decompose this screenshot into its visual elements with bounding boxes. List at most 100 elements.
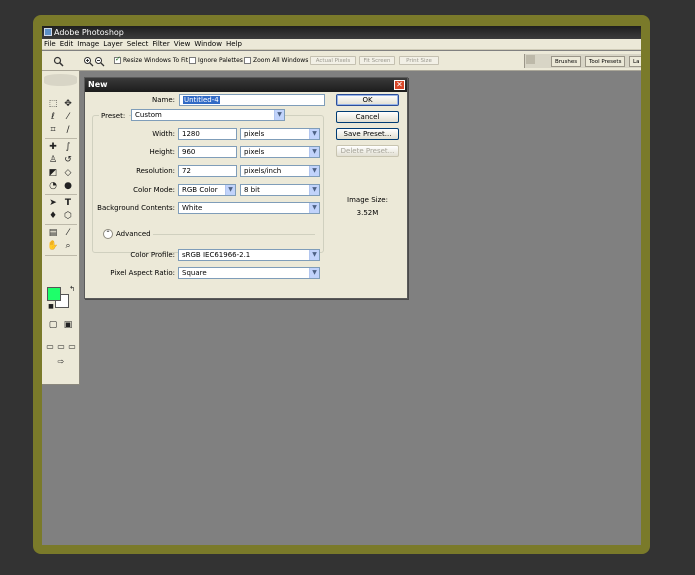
resolution-unit-select[interactable]: pixels/inch ▼ [240,165,320,177]
dropdown-arrow-icon: ▼ [274,110,284,120]
width-unit-select[interactable]: pixels ▼ [240,128,320,140]
menu-window[interactable]: Window [194,39,226,50]
menu-image[interactable]: Image [77,39,103,50]
pen-tool-icon[interactable]: ♦ [47,210,59,222]
dodge-tool-icon[interactable]: ● [62,180,74,192]
dropdown-arrow-icon: ▼ [309,203,319,213]
color-mode-select[interactable]: RGB Color ▼ [178,184,236,196]
options-bar: Resize Windows To Fit Ignore Palettes Zo… [42,51,641,71]
default-colors-icon[interactable]: ■ [45,301,57,313]
checkbox-checked-icon [114,55,121,64]
dropdown-arrow-icon: ▼ [309,129,319,139]
history-brush-tool-icon[interactable]: ↺ [62,154,74,166]
toolbox-divider [45,138,77,139]
zoom-in-icon[interactable] [82,55,94,67]
menu-filter[interactable]: Filter [152,39,173,50]
background-contents-label: Background Contents: [97,204,175,212]
bit-depth-select[interactable]: 8 bit ▼ [240,184,320,196]
color-profile-label: Color Profile: [130,251,175,259]
menu-file[interactable]: File [44,39,60,50]
toolbox-divider [45,194,77,195]
eraser-tool-icon[interactable]: ◩ [47,167,59,179]
dropdown-arrow-icon: ▼ [225,185,235,195]
palette-well: Brushes Tool Presets La [524,54,641,68]
menu-select[interactable]: Select [127,39,153,50]
toolbox-divider [45,255,77,256]
zoom-tool-preset-icon[interactable] [52,55,64,67]
zoom-tool-icon[interactable]: ⌕ [62,240,74,252]
pixel-aspect-ratio-label: Pixel Aspect Ratio: [110,269,175,277]
paint-bucket-tool-icon[interactable]: ◇ [62,167,74,179]
tab-brushes[interactable]: Brushes [551,56,582,67]
fit-screen-button[interactable]: Fit Screen [359,56,395,65]
dialog-title-bar: New [85,78,407,92]
type-tool-icon[interactable]: T [62,197,74,209]
pixel-aspect-ratio-select[interactable]: Square ▼ [178,267,320,279]
color-mode-label: Color Mode: [133,186,175,194]
width-input[interactable]: 1280 [178,128,237,140]
toolbox: ⬚ ✥ ℓ ⁄ ⌗ ∕ ✚ ∫ ♙ ↺ ◩ ◇ ◔ ● ➤ T ♦ ⬡ ▤ ⁄ … [42,71,80,341]
checkbox-unchecked-icon [189,57,196,64]
actual-pixels-button[interactable]: Actual Pixels [310,56,356,65]
standard-mode-icon[interactable]: ▢ [47,319,59,331]
zoom-out-icon[interactable] [93,55,105,67]
hand-tool-icon[interactable]: ✋ [47,240,59,252]
quick-mask-mode-icon[interactable]: ▣ [62,319,74,331]
menu-edit[interactable]: Edit [60,39,78,50]
ignore-palettes-checkbox[interactable]: Ignore Palettes [189,56,243,65]
window-title-bar: Adobe Photoshop [42,26,641,39]
palette-well-grip-icon [526,55,535,64]
shape-tool-icon[interactable]: ⬡ [62,210,74,222]
resolution-input[interactable]: 72 [178,165,237,177]
clone-stamp-tool-icon[interactable]: ♙ [47,154,59,166]
photoshop-app-icon [44,28,52,36]
ok-button[interactable]: OK [336,94,399,106]
lasso-tool-icon[interactable]: ℓ [47,111,59,123]
brush-tool-icon[interactable]: ∫ [62,141,74,153]
eyedropper-tool-icon[interactable]: ⁄ [62,227,74,239]
resize-windows-checkbox[interactable]: Resize Windows To Fit [114,55,188,65]
delete-preset-button[interactable]: Delete Preset... [336,145,399,157]
color-profile-select[interactable]: sRGB IEC61966-2.1 ▼ [178,249,320,261]
swap-colors-icon[interactable]: ↰ [66,283,78,295]
path-selection-tool-icon[interactable]: ➤ [47,197,59,209]
blur-tool-icon[interactable]: ◔ [47,180,59,192]
full-screen-mode-icon[interactable]: ▭ [66,341,78,353]
menu-help[interactable]: Help [226,39,246,50]
foreground-color-swatch[interactable] [47,287,61,301]
name-input[interactable]: Untitled-4 [179,94,325,106]
crop-tool-icon[interactable]: ⌗ [47,124,59,136]
save-preset-button[interactable]: Save Preset... [336,128,399,140]
preset-label: Preset: [99,111,129,121]
tab-tool-presets[interactable]: Tool Presets [585,56,626,67]
menu-layer[interactable]: Layer [103,39,127,50]
background-contents-select[interactable]: White ▼ [178,202,320,214]
jump-to-imageready-icon[interactable]: ⇨ [50,356,72,368]
magic-wand-tool-icon[interactable]: ⁄ [62,111,74,123]
toolbox-feather-logo [44,74,77,86]
advanced-toggle-icon[interactable]: ⌃ [103,229,113,239]
dropdown-arrow-icon: ▼ [309,250,319,260]
toolbox-screen-modes: ▭ ▭ ▭ ⇨ [42,339,80,385]
cancel-button[interactable]: Cancel [336,111,399,123]
close-icon[interactable]: ✕ [394,80,405,90]
print-size-button[interactable]: Print Size [399,56,439,65]
dropdown-arrow-icon: ▼ [309,147,319,157]
marquee-tool-icon[interactable]: ⬚ [47,98,59,110]
preset-select[interactable]: Custom ▼ [131,109,285,121]
resolution-label: Resolution: [136,167,175,175]
height-input[interactable]: 960 [178,146,237,158]
zoom-all-windows-checkbox[interactable]: Zoom All Windows [244,56,308,65]
slice-tool-icon[interactable]: ∕ [62,124,74,136]
height-unit-select[interactable]: pixels ▼ [240,146,320,158]
notes-tool-icon[interactable]: ▤ [47,227,59,239]
advanced-label[interactable]: Advanced [116,229,151,239]
tab-layers[interactable]: La [629,56,641,67]
dropdown-arrow-icon: ▼ [309,185,319,195]
move-tool-icon[interactable]: ✥ [62,98,74,110]
height-label: Height: [149,148,176,156]
healing-brush-tool-icon[interactable]: ✚ [47,141,59,153]
menu-view[interactable]: View [174,39,195,50]
image-size-label: Image Size: [347,196,388,204]
width-label: Width: [152,130,175,138]
